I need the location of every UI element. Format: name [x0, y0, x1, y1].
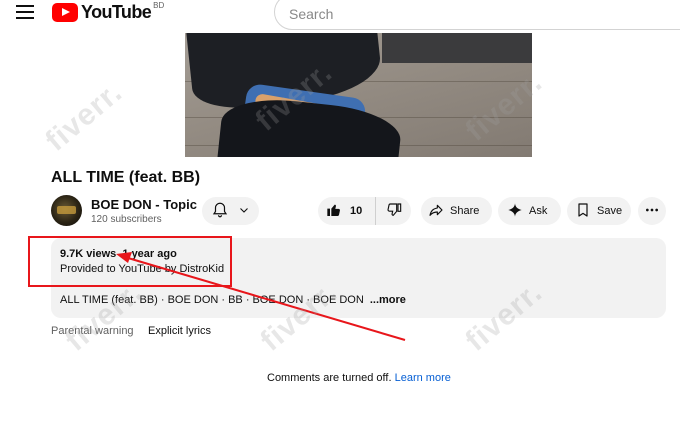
thumbs-up-icon — [326, 202, 342, 221]
dislike-button[interactable] — [376, 197, 411, 225]
channel-avatar[interactable] — [51, 195, 82, 226]
notification-button[interactable] — [202, 197, 259, 225]
sparkle-icon — [507, 202, 523, 221]
summary-text: ALL TIME (feat. BB) · BOE DON · BB · BOE… — [60, 294, 364, 306]
share-icon — [428, 202, 444, 221]
provided-by: Provided to YouTube by DistroKid — [60, 263, 225, 275]
logo-text: YouTube — [81, 2, 152, 22]
like-dislike-group: 10 — [318, 197, 411, 225]
share-button[interactable]: Share — [421, 197, 492, 225]
more-actions-button[interactable] — [638, 197, 666, 225]
menu-icon[interactable] — [16, 5, 34, 19]
view-stats: 9.7K views 1 year ago — [60, 248, 177, 260]
bookmark-icon — [575, 202, 591, 221]
youtube-play-icon — [52, 3, 78, 22]
upload-age: 1 year ago — [122, 248, 177, 260]
more-link[interactable]: ...more — [370, 294, 406, 306]
chevron-down-icon — [238, 204, 250, 219]
comments-status: Comments are turned off. Learn more — [267, 372, 451, 384]
parental-warning-value: Explicit lyrics — [148, 325, 211, 337]
watermark-text: fiverr. — [39, 75, 129, 158]
description-box[interactable]: 9.7K views 1 year ago Provided to YouTub… — [51, 238, 666, 318]
youtube-logo[interactable]: YouTube BD — [52, 1, 165, 23]
video-player[interactable] — [185, 33, 532, 157]
like-button[interactable]: 10 — [318, 197, 376, 225]
description-summary: ALL TIME (feat. BB) · BOE DON · BB · BOE… — [60, 294, 406, 306]
learn-more-link[interactable]: Learn more — [395, 372, 451, 384]
share-label: Share — [450, 205, 480, 217]
parental-warning-label: Parental warning — [51, 325, 134, 337]
ask-button[interactable]: Ask — [498, 197, 561, 225]
save-label: Save — [597, 205, 623, 217]
comments-off-text: Comments are turned off. — [267, 372, 392, 384]
subscriber-count: 120 subscribers — [91, 214, 162, 225]
ask-label: Ask — [529, 205, 548, 217]
search-box[interactable] — [274, 0, 680, 30]
save-button[interactable]: Save — [567, 197, 631, 225]
like-count: 10 — [350, 205, 363, 217]
bell-icon — [211, 201, 229, 222]
thumbs-down-icon — [386, 202, 402, 221]
more-horizontal-icon — [644, 202, 660, 221]
country-code: BD — [153, 1, 165, 10]
channel-name[interactable]: BOE DON - Topic — [91, 197, 197, 212]
video-title: ALL TIME (feat. BB) — [51, 169, 201, 186]
search-input[interactable] — [289, 5, 680, 22]
view-count: 9.7K views — [60, 248, 117, 260]
